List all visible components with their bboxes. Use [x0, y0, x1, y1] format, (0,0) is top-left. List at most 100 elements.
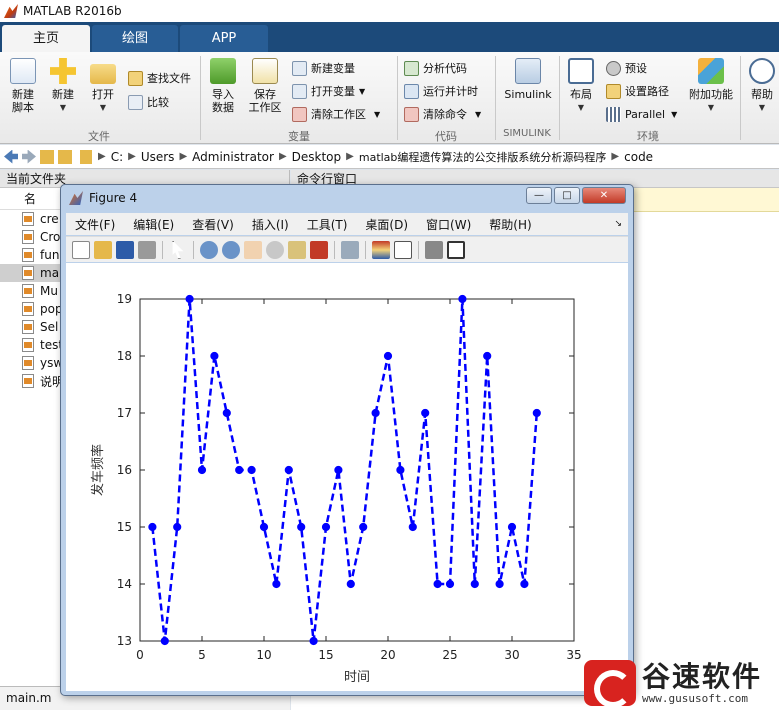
up-folder-icon[interactable] [40, 149, 54, 164]
file-icon [22, 356, 34, 370]
data-point [321, 522, 331, 532]
file-icon [22, 266, 34, 280]
new-script-button[interactable]: 新建 脚本 [6, 58, 40, 114]
data-point [284, 465, 293, 475]
link-plot-icon[interactable] [341, 240, 359, 259]
data-point [433, 579, 442, 589]
y-tick-label: 18 [117, 349, 132, 363]
clear-workspace-label: 清除工作区 [311, 108, 366, 121]
browse-folder-icon[interactable] [58, 149, 72, 164]
set-path-button[interactable]: 设置路径 [606, 81, 669, 101]
app-title: MATLAB R2016b [23, 4, 122, 18]
layout-icon [568, 58, 594, 84]
menu-view[interactable]: 查看(V) [183, 216, 243, 233]
menu-desktop[interactable]: 桌面(D) [356, 216, 417, 233]
data-cursor-icon[interactable] [288, 240, 306, 259]
simulink-label: Simulink [504, 88, 552, 101]
open-file-icon[interactable] [94, 240, 112, 259]
breadcrumb-desktop[interactable]: Desktop [292, 150, 342, 164]
menu-file[interactable]: 文件(F) [66, 216, 124, 233]
breadcrumb-code[interactable]: code [624, 150, 653, 164]
x-tick-label: 30 [504, 648, 519, 662]
menu-insert[interactable]: 插入(I) [243, 216, 298, 233]
addons-button[interactable]: 附加功能 ▼ [686, 58, 736, 114]
x-axis-label: 时间 [344, 670, 370, 685]
parallel-button[interactable]: Parallel ▼ [606, 104, 677, 124]
clear-commands-button[interactable]: 清除命令 ▼ [404, 104, 481, 124]
compare-icon [128, 94, 143, 110]
zoom-in-icon[interactable] [200, 240, 218, 259]
new-variable-button[interactable]: 新建变量 [292, 58, 355, 78]
brush-icon[interactable] [310, 240, 328, 259]
new-button[interactable]: 新建 ▼ [46, 58, 80, 114]
open-label: 打开 [92, 88, 114, 101]
save-workspace-button[interactable]: 保存 工作区 [246, 58, 284, 114]
run-and-time-button[interactable]: 运行并计时 [404, 81, 478, 101]
find-files-button[interactable]: 查找文件 [128, 68, 191, 88]
tab-home[interactable]: 主页 [2, 25, 90, 52]
colorbar-icon[interactable] [372, 240, 390, 259]
preferences-button[interactable]: 预设 [606, 58, 647, 78]
new-figure-icon[interactable] [72, 240, 90, 259]
print-icon[interactable] [138, 240, 156, 259]
import-data-button[interactable]: 导入 数据 [206, 58, 240, 114]
help-button[interactable]: 帮助 ▼ [746, 58, 778, 114]
legend-icon[interactable] [394, 240, 412, 259]
simulink-button[interactable]: Simulink [501, 58, 555, 101]
data-point [532, 408, 541, 418]
zoom-out-icon[interactable] [222, 240, 240, 259]
x-tick-label: 15 [318, 648, 333, 662]
file-icon [22, 374, 34, 388]
data-point [222, 408, 231, 418]
hide-plot-tools-icon[interactable] [425, 240, 443, 259]
rotate-icon[interactable] [266, 240, 284, 259]
open-variable-icon [292, 83, 307, 99]
group-label-code: 代码 [435, 130, 457, 143]
breadcrumb-users[interactable]: Users [141, 150, 175, 164]
tab-apps[interactable]: APP [180, 25, 268, 52]
y-tick-label: 13 [117, 634, 132, 648]
clear-workspace-button[interactable]: 清除工作区 ▼ [292, 104, 380, 124]
watermark-name: 谷速软件 [642, 659, 763, 693]
file-icon [22, 302, 34, 316]
close-button[interactable]: ✕ [582, 187, 626, 204]
new-script-icon [10, 58, 36, 84]
chevron-down-icon: ▼ [577, 103, 585, 112]
matlab-logo-icon [4, 4, 18, 18]
save-icon[interactable] [116, 240, 134, 259]
tab-plots[interactable]: 绘图 [92, 25, 178, 52]
file-icon [22, 212, 34, 226]
breadcrumb-project[interactable]: matlab编程遗传算法的公交排版系统分析源码程序 [359, 149, 607, 165]
chevron-right-icon: ▶ [346, 151, 354, 162]
show-plot-tools-icon[interactable] [447, 240, 465, 259]
y-tick-label: 16 [117, 463, 132, 477]
analyze-code-button[interactable]: 分析代码 [404, 58, 467, 78]
breadcrumb-administrator[interactable]: Administrator [192, 150, 274, 164]
data-point [197, 465, 207, 475]
compare-button[interactable]: 比较 [128, 92, 169, 112]
open-variable-button[interactable]: 打开变量 ▼ [292, 81, 365, 101]
clear-workspace-icon [292, 106, 307, 122]
layout-button[interactable]: 布局 ▼ [564, 58, 598, 114]
x-tick-label: 5 [198, 648, 206, 662]
menu-window[interactable]: 窗口(W) [417, 216, 480, 233]
open-button[interactable]: 打开 ▼ [86, 58, 120, 114]
menu-edit[interactable]: 编辑(E) [124, 216, 183, 233]
data-point [359, 522, 368, 532]
menu-tools[interactable]: 工具(T) [298, 216, 357, 233]
back-icon[interactable] [4, 149, 18, 164]
dock-arrow-icon[interactable]: ↘ [614, 219, 622, 229]
pan-icon[interactable] [244, 240, 262, 259]
menu-help[interactable]: 帮助(H) [480, 216, 540, 233]
forward-icon[interactable] [22, 149, 36, 164]
pointer-icon[interactable] [172, 240, 184, 259]
ribbon-divider [740, 56, 741, 140]
layout-label: 布局 [570, 88, 592, 101]
figure-toolbar [66, 236, 628, 262]
maximize-button[interactable]: □ [554, 187, 580, 204]
minimize-button[interactable]: — [526, 187, 552, 204]
y-tick-label: 17 [117, 406, 132, 420]
save-workspace-label: 保存 工作区 [248, 88, 282, 114]
breadcrumb-drive[interactable]: C: [111, 150, 123, 164]
chevron-right-icon: ▶ [98, 151, 106, 162]
